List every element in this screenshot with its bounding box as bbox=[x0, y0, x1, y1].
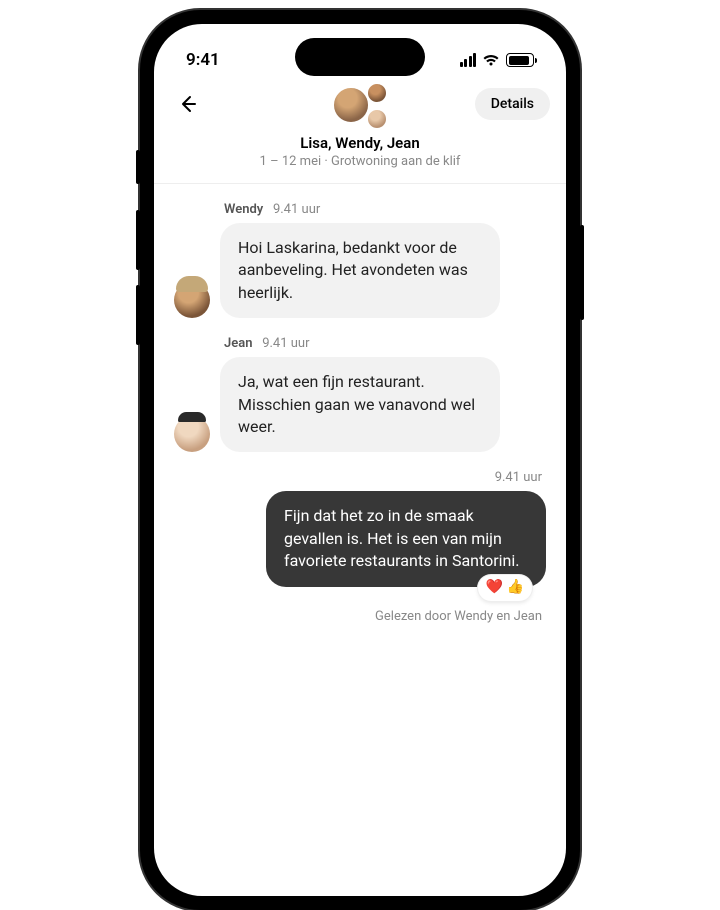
message-outgoing: 9.41 uur Fijn dat het zo in de smaak gev… bbox=[174, 470, 546, 623]
wifi-icon bbox=[482, 53, 500, 67]
message-text: Fijn dat het zo in de smaak gevallen is.… bbox=[284, 506, 519, 570]
avatar bbox=[332, 86, 370, 124]
avatar[interactable] bbox=[174, 282, 210, 318]
messages-list[interactable]: Wendy 9.41 uur Hoi Laskarina, bedankt vo… bbox=[154, 184, 566, 642]
message-reactions[interactable]: ❤️ 👍 bbox=[478, 575, 532, 601]
phone-frame: 9:41 bbox=[140, 10, 580, 910]
message-time: 9.41 uur bbox=[262, 336, 309, 351]
group-avatar[interactable] bbox=[332, 82, 388, 130]
back-button[interactable] bbox=[170, 86, 206, 122]
battery-icon bbox=[506, 53, 534, 67]
cellular-signal-icon bbox=[460, 53, 477, 67]
status-time: 9:41 bbox=[186, 50, 220, 70]
sender-name: Wendy bbox=[224, 202, 263, 217]
chat-subtitle: 1 – 12 mei · Grotwoning aan de klif bbox=[170, 154, 550, 169]
back-arrow-icon bbox=[178, 94, 198, 114]
screen: 9:41 bbox=[154, 24, 566, 896]
power-button bbox=[580, 225, 584, 320]
chat-header: Details Lisa, Wendy, Jean 1 – 12 mei · G… bbox=[154, 78, 566, 184]
message-meta: Wendy 9.41 uur bbox=[224, 202, 546, 217]
volume-up bbox=[136, 210, 140, 270]
message-bubble[interactable]: Hoi Laskarina, bedankt voor de aanbeveli… bbox=[220, 223, 500, 318]
dynamic-island bbox=[295, 38, 425, 76]
message-time: 9.41 uur bbox=[495, 470, 542, 485]
message-bubble[interactable]: Ja, wat een fijn restaurant. Misschien g… bbox=[220, 357, 500, 452]
avatar[interactable] bbox=[174, 416, 210, 452]
message-incoming: Wendy 9.41 uur Hoi Laskarina, bedankt vo… bbox=[174, 202, 546, 318]
read-receipt: Gelezen door Wendy en Jean bbox=[375, 609, 542, 624]
message-incoming: Jean 9.41 uur Ja, wat een fijn restauran… bbox=[174, 336, 546, 452]
chat-title: Lisa, Wendy, Jean bbox=[170, 134, 550, 152]
message-bubble[interactable]: Fijn dat het zo in de smaak gevallen is.… bbox=[266, 491, 546, 586]
volume-down bbox=[136, 285, 140, 345]
avatar bbox=[366, 108, 388, 130]
status-indicators bbox=[460, 53, 535, 67]
sender-name: Jean bbox=[224, 336, 252, 351]
mute-switch bbox=[136, 150, 140, 184]
message-time: 9.41 uur bbox=[273, 202, 320, 217]
message-meta: Jean 9.41 uur bbox=[224, 336, 546, 351]
details-button[interactable]: Details bbox=[475, 88, 550, 120]
